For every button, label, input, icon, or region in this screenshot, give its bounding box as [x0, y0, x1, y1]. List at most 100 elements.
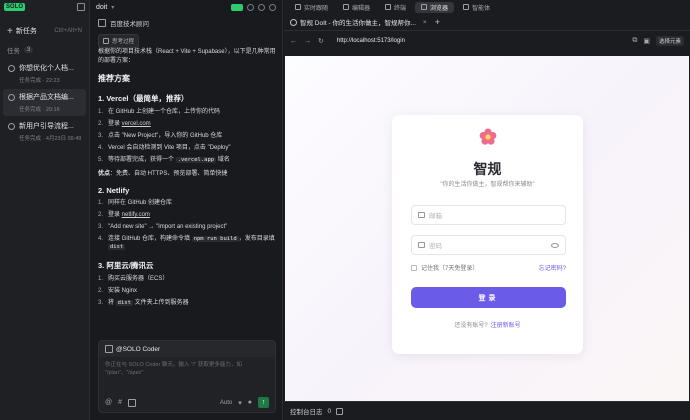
email-placeholder: 邮箱	[429, 213, 442, 220]
task-item[interactable]: 你想优化个人档... 任务完成 · 22:23	[3, 60, 86, 87]
collapse-sidebar-icon[interactable]	[77, 3, 85, 11]
thinking-process-chip[interactable]: 思考过程	[98, 34, 140, 48]
inline-code: npm run build	[191, 236, 239, 242]
agent-icon	[463, 4, 470, 10]
microphone-icon[interactable]: ●	[248, 399, 252, 406]
settings-icon[interactable]	[258, 3, 265, 11]
address-bar: ← → ↻ http://localhost:5173/login ⧉ ▣ 选择…	[284, 31, 690, 51]
agent-avatar-icon	[98, 19, 106, 27]
forward-icon[interactable]: →	[304, 38, 311, 45]
tasks-label: 任务	[7, 48, 20, 55]
mail-icon	[418, 212, 425, 218]
agent-mention: @SOLO Coder	[116, 345, 161, 353]
code-icon	[343, 4, 350, 10]
send-button[interactable]: ↑	[258, 397, 269, 408]
new-tab-button[interactable]: +	[435, 17, 440, 27]
input-toolbar: @ # Auto ▾ ● ↑	[105, 397, 269, 408]
image-upload-icon[interactable]	[128, 398, 137, 407]
plus-icon: +	[7, 25, 13, 37]
vercel-advantages: 优点：免费、自动 HTTPS、预览部署、简单快捷	[98, 171, 228, 177]
status-toggle-icon[interactable]	[231, 3, 243, 11]
eye-icon[interactable]	[551, 242, 559, 248]
chevron-down-icon[interactable]: ▾	[111, 4, 114, 11]
list-item: 1. 同样在 GitHub 创建仓库	[98, 200, 173, 206]
task-title: 新用户引导流程...	[19, 123, 74, 130]
devtools-icon[interactable]: ▣	[643, 37, 650, 45]
chat-input-box[interactable]: @SOLO Coder 你正在与 SOLO Coder 聊天。输入 "/" 获取…	[98, 340, 276, 413]
login-card: 智规 "你的生活你做主，智规帮你来辅助" 邮箱 密码 记住我（7天免登录） 忘记…	[392, 115, 583, 354]
mention-icon[interactable]: @	[105, 399, 112, 406]
intro-text: 根据你的项目技术栈（React + Vite + Supabase），以下是几种…	[98, 49, 276, 64]
live-icon	[295, 4, 301, 10]
solo-logo: SOLO	[4, 3, 26, 11]
page-tab-bar: 智规 DoIt - 你的生活你做主，智规帮你... × +	[284, 14, 690, 31]
register-link[interactable]: 注册新账号	[491, 323, 521, 329]
chat-input-field[interactable]: 你正在与 SOLO Coder 聊天。输入 "/" 获取更多能力，如 "/pla…	[99, 357, 275, 381]
tab-terminal[interactable]: 终端	[379, 2, 412, 13]
open-external-icon[interactable]: ⧉	[632, 37, 637, 45]
list-item: 4. Vercel 会自动检测到 Vite 项目，点击 "Deploy"	[98, 145, 231, 151]
lock-icon	[418, 242, 425, 248]
netlify-link[interactable]: netlify.com	[122, 212, 150, 218]
task-item[interactable]: 新用户引导流程... 任务完成 · 4月23日 09:49	[3, 118, 86, 145]
page-tab[interactable]: 智规 DoIt - 你的生活你做主，智规帮你... ×	[290, 17, 427, 27]
aliyun-steps: 1. 购买云服务器（ECS） 2. 安装 Nginx 3. 将 dist 文件夹上传到…	[98, 275, 278, 307]
email-field[interactable]: 邮箱	[411, 205, 566, 225]
project-title[interactable]: doit	[96, 4, 107, 11]
address-actions: ⧉ ▣ 选择元素	[632, 36, 684, 46]
tab-agent[interactable]: 智能体	[457, 2, 496, 13]
list-item: 2. 登录 vercel.com	[98, 121, 151, 127]
task-item-active[interactable]: 根据产品文档编... 任务完成 · 20:16	[3, 89, 86, 116]
reload-icon[interactable]: ↻	[318, 37, 324, 45]
netlify-steps: 1. 同样在 GitHub 创建仓库 2. 登录 netlify.com 3. "Ad…	[98, 199, 278, 251]
new-task-shortcut: Ctrl+Alt+N	[54, 28, 82, 34]
task-status-icon	[8, 65, 15, 72]
message-content: 根据你的项目技术栈（React + Vite + Supabase），以下是几种…	[98, 48, 278, 311]
remember-label[interactable]: 记住我（7天免登录）	[421, 263, 478, 272]
list-item: 1. 在 GitHub 上创建一个仓库，上传你的代码	[98, 109, 221, 115]
remember-checkbox[interactable]	[411, 264, 417, 271]
task-status: 任务完成 · 22:23	[19, 78, 60, 84]
aliyun-heading: 3. 阿里云/腾讯云	[98, 261, 154, 270]
list-item: 2. 登录 netlify.com	[98, 212, 150, 218]
hash-icon[interactable]: #	[118, 399, 122, 406]
select-element-button[interactable]: 选择元素	[655, 36, 684, 46]
browser-panel: 实时跟随 编辑器 终端 浏览器 智能体 智规 DoIt - 你的生活你做主，智规…	[284, 0, 690, 420]
tasks-header: 任务 3	[0, 42, 89, 58]
tab-browser[interactable]: 浏览器	[415, 1, 455, 13]
task-title: 根据产品文档编...	[19, 94, 74, 101]
console-bar[interactable]: 控制台日志 0	[284, 401, 690, 420]
register-row: 还没有账号? 注册新账号	[392, 320, 583, 329]
console-label: 控制台日志	[290, 409, 323, 416]
close-icon[interactable]: ×	[423, 19, 427, 26]
login-button[interactable]: 登录	[411, 287, 566, 308]
chat-panel: doit ▾ 百度技术顾问 思考过程 根据你的项目技术栈（React + Vit…	[90, 0, 283, 420]
history-icon[interactable]	[247, 3, 254, 11]
more-icon[interactable]	[269, 3, 276, 11]
password-field[interactable]: 密码	[411, 235, 566, 255]
no-account-text: 还没有账号?	[454, 323, 488, 329]
vercel-heading: 1. Vercel（最简单，推荐）	[98, 94, 189, 103]
terminal-icon	[385, 4, 392, 10]
chevron-down-icon[interactable]: ▾	[238, 399, 242, 407]
list-item: 3. 点击 "New Project"，导入你的 GitHub 仓库	[98, 133, 223, 139]
page-tab-title: 智规 DoIt - 你的生活你做主，智规帮你...	[300, 20, 416, 27]
url-field[interactable]: http://localhost:5173/login	[337, 38, 405, 44]
task-title: 你想优化个人档...	[19, 65, 74, 72]
new-task-button[interactable]: + 新任务 Ctrl+Alt+N	[3, 24, 86, 38]
message-header: 百度技术顾问	[98, 18, 274, 28]
mode-select[interactable]: Auto	[220, 400, 232, 406]
flower-logo-icon	[479, 128, 497, 145]
tab-editor[interactable]: 编辑器	[337, 2, 376, 13]
inline-code: .vercel.app	[175, 157, 217, 163]
agent-selector[interactable]: @SOLO Coder	[99, 341, 275, 357]
tab-live-follow[interactable]: 实时跟随	[289, 2, 334, 13]
back-icon[interactable]: ←	[290, 38, 297, 45]
filter-icon[interactable]	[336, 407, 344, 415]
agent-icon	[105, 345, 113, 353]
tool-tabs: 实时跟随 编辑器 终端 浏览器 智能体	[284, 0, 690, 14]
recommend-heading: 推荐方案	[98, 74, 130, 83]
console-count: 0	[327, 407, 332, 415]
forgot-password-link[interactable]: 忘记密码?	[539, 263, 566, 272]
vercel-link[interactable]: vercel.com	[122, 121, 151, 127]
